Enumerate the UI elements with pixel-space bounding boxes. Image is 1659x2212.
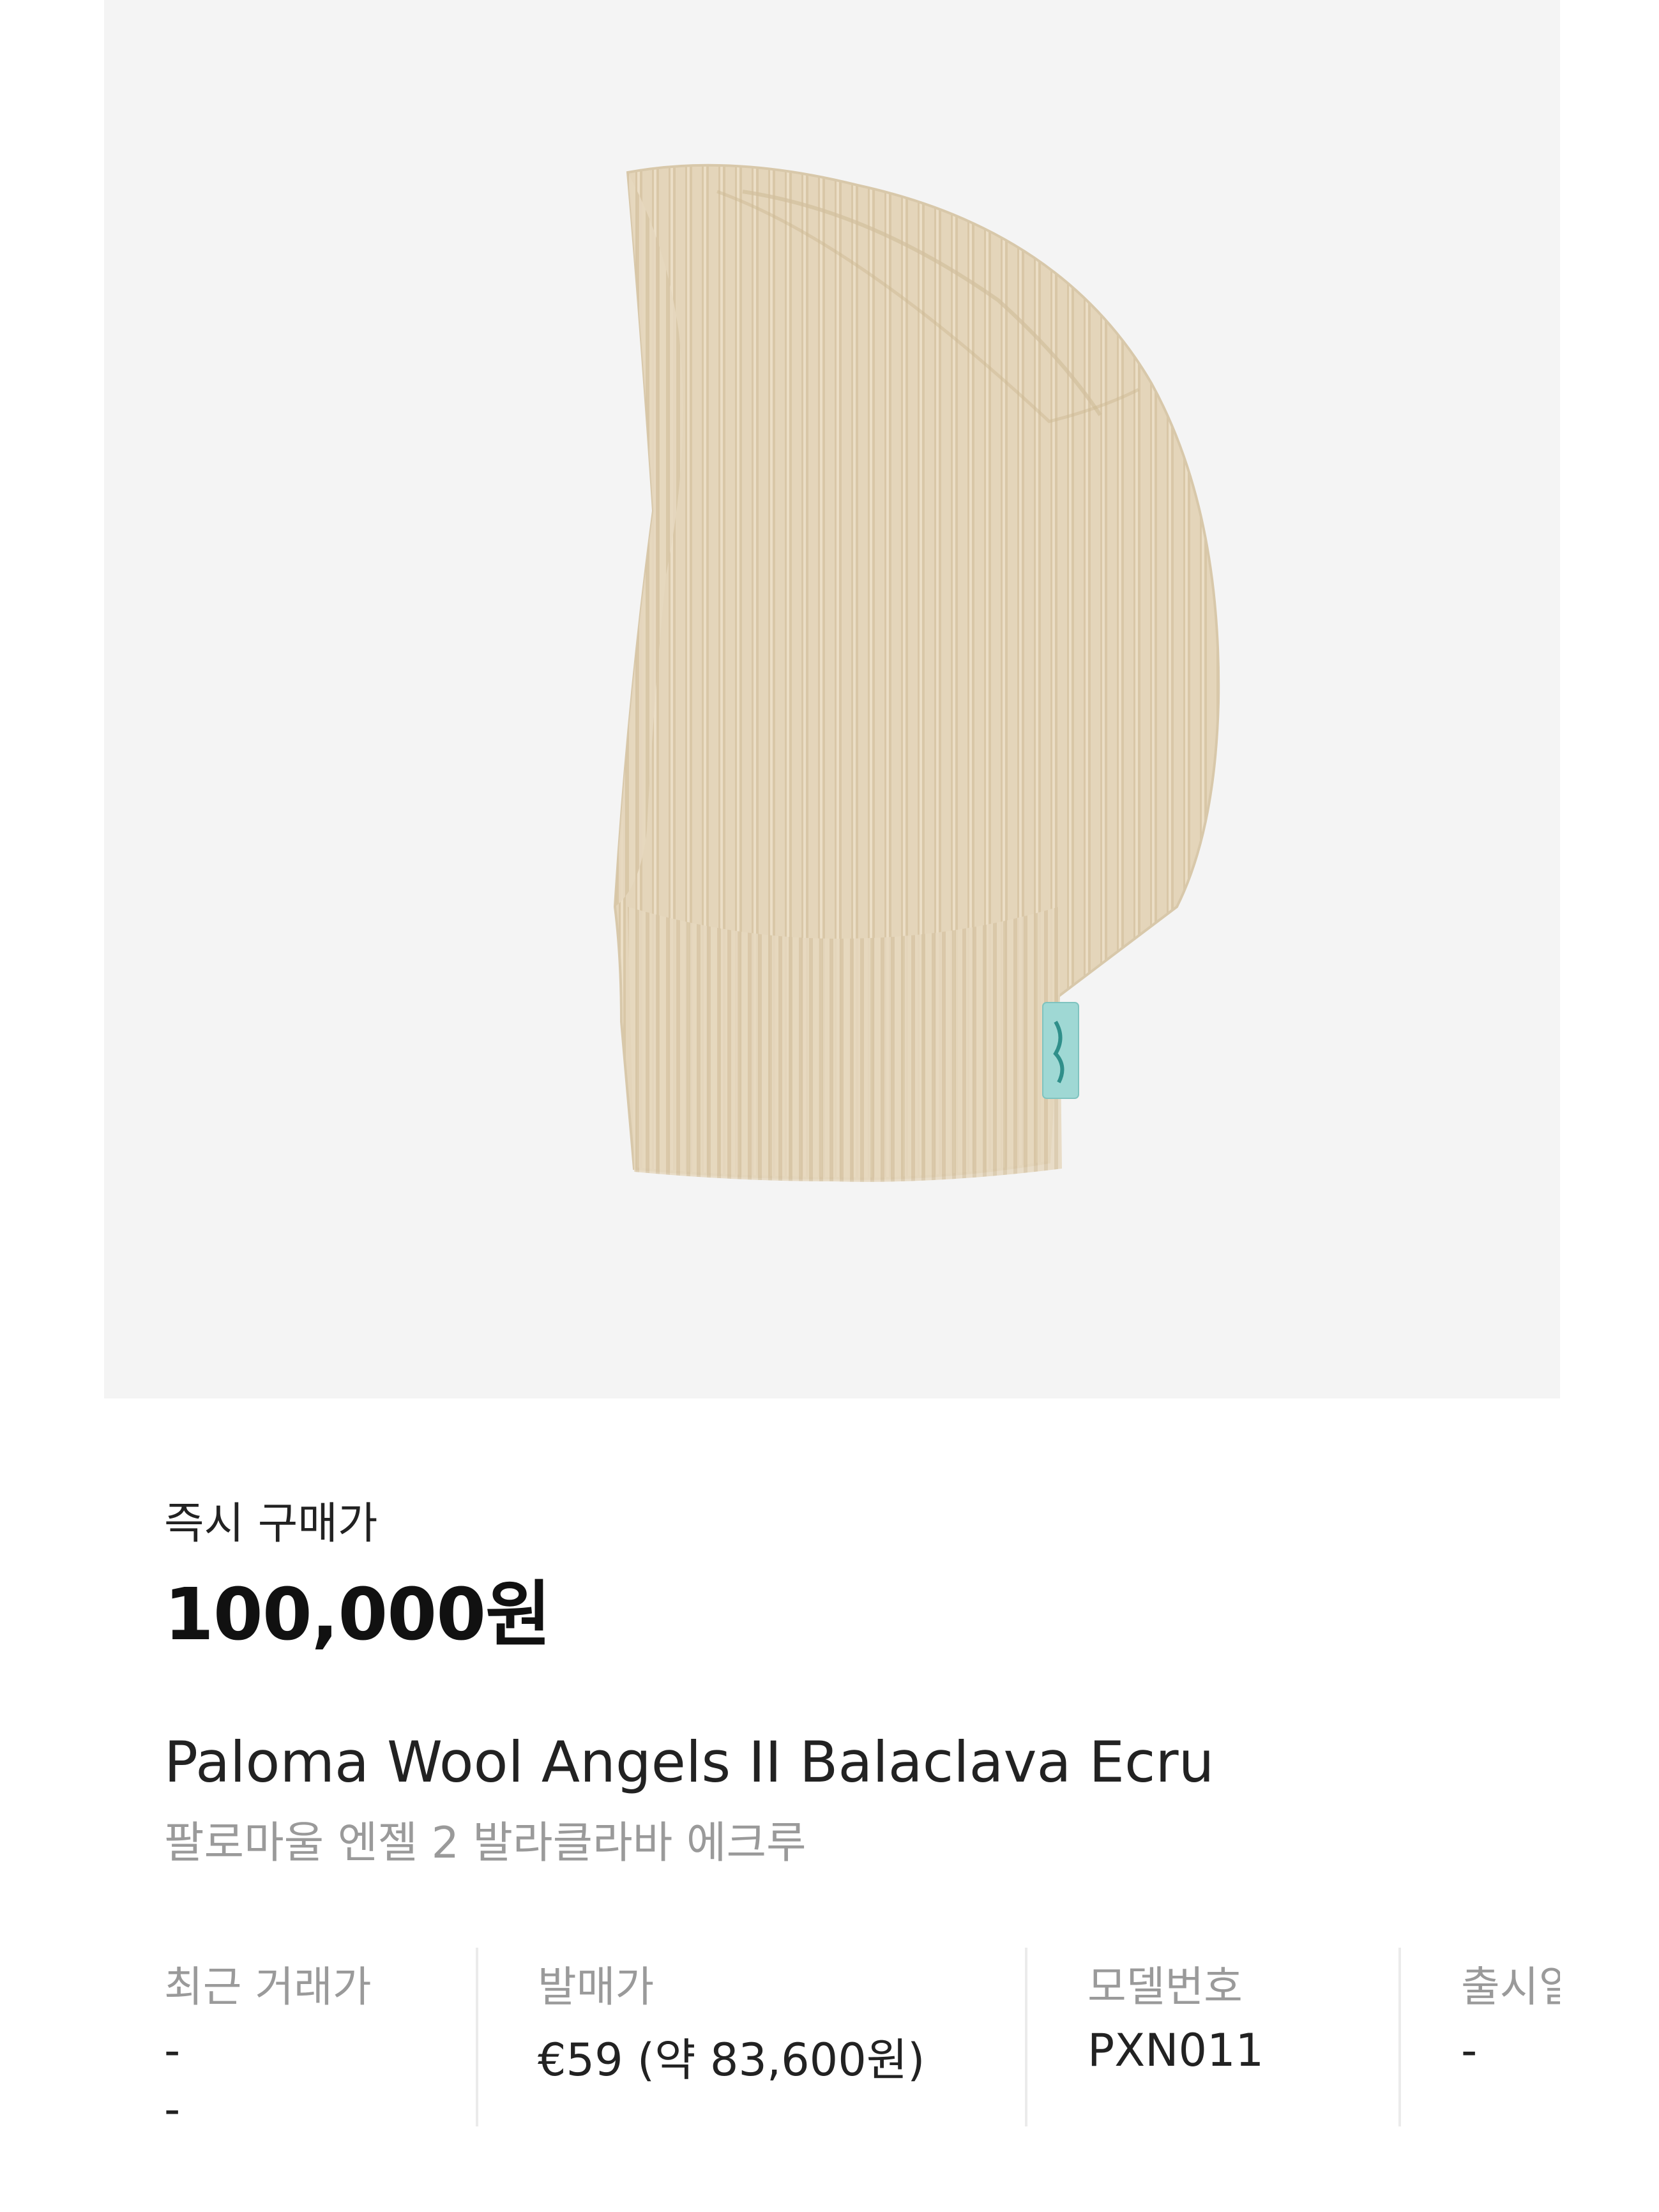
product-detail-strip[interactable]: 최근 거래가 - - 발매가 €59 (약 83,600원) 모델번호 PXN0… bbox=[0, 1948, 1560, 2133]
detail-title: 출시일 bbox=[1461, 1962, 1560, 2011]
detail-model-number: 모델번호 PXN011 bbox=[1087, 1948, 1394, 2133]
detail-value: PXN011 bbox=[1087, 2024, 1264, 2077]
detail-title: 발매가 bbox=[538, 1962, 655, 2011]
detail-value: - bbox=[164, 2024, 181, 2077]
detail-recent-price: 최근 거래가 - - bbox=[164, 1948, 471, 2133]
detail-value: €59 (약 83,600원) bbox=[538, 2034, 925, 2086]
detail-title: 최근 거래가 bbox=[164, 1962, 372, 2011]
balaclava-image bbox=[613, 163, 1220, 1182]
product-detail-page: 즉시 구매가 100,000원 Paloma Wool Angels II Ba… bbox=[0, 0, 1659, 2212]
instant-buy-price-value: 100,000원 bbox=[164, 1573, 551, 1656]
divider bbox=[476, 1948, 478, 2126]
divider bbox=[1025, 1948, 1027, 2126]
product-image[interactable] bbox=[104, 0, 1560, 1398]
divider bbox=[1398, 1948, 1401, 2126]
product-name-english: Paloma Wool Angels II Balaclava Ecru bbox=[164, 1729, 1215, 1795]
label-tag-icon bbox=[1042, 1002, 1079, 1099]
instant-buy-price-label: 즉시 구매가 bbox=[164, 1499, 378, 1549]
detail-release-date: 출시일 - bbox=[1461, 1948, 1560, 2133]
detail-value: - bbox=[1461, 2024, 1478, 2077]
detail-title: 모델번호 bbox=[1087, 1962, 1243, 2011]
detail-release-price: 발매가 €59 (약 83,600원) bbox=[538, 1948, 1023, 2133]
detail-value: - bbox=[164, 2083, 181, 2133]
product-name-korean: 팔로마울 엔젤 2 발라클라바 에크루 bbox=[164, 1818, 807, 1868]
